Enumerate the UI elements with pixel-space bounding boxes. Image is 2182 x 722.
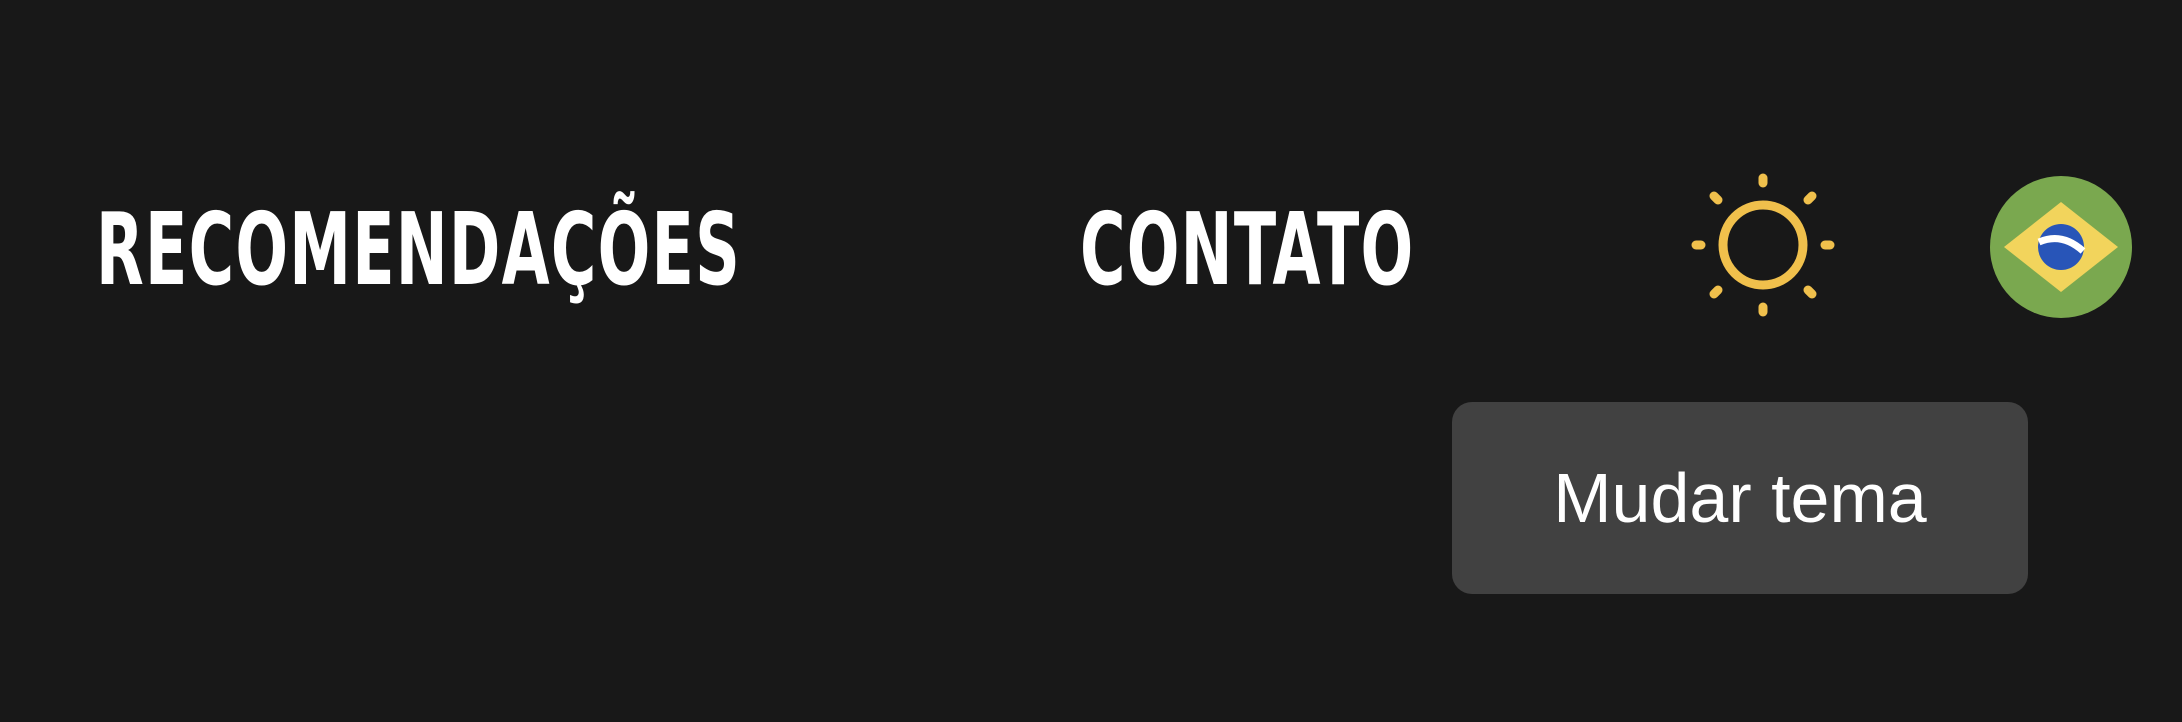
- nav-link-recomendacoes[interactable]: RECOMENDAÇÕES: [96, 196, 741, 304]
- brazil-flag-icon: [1990, 176, 2132, 318]
- sun-icon: [1691, 173, 1835, 317]
- theme-tooltip: Mudar tema: [1452, 402, 2028, 594]
- theme-toggle-button[interactable]: [1688, 170, 1838, 320]
- language-toggle-button[interactable]: [1990, 176, 2132, 318]
- tooltip-text: Mudar tema: [1553, 459, 1927, 537]
- nav-link-contato[interactable]: CONTATO: [1080, 196, 1414, 304]
